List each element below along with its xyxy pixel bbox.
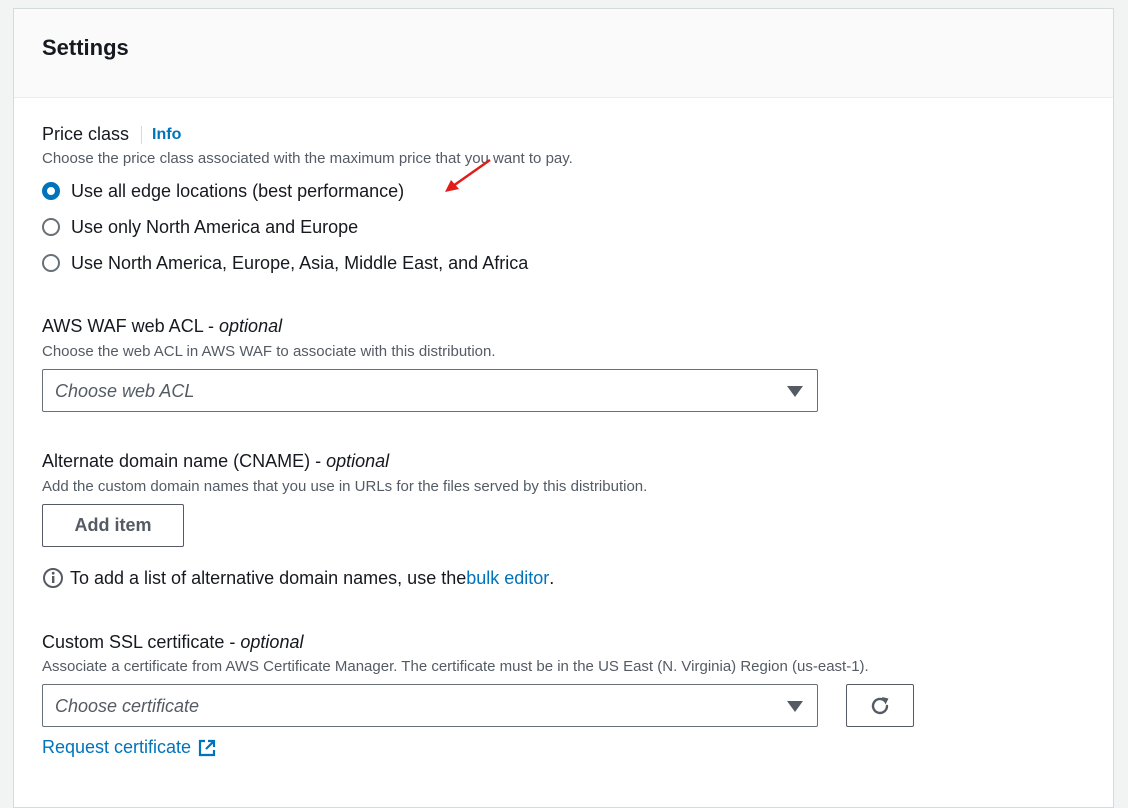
info-circle-icon [43, 568, 63, 588]
waf-label: AWS WAF web ACL - optional [42, 316, 282, 337]
refresh-button[interactable] [846, 684, 914, 727]
hint-text: To add a list of alternative domain name… [70, 567, 467, 588]
divider [141, 125, 143, 144]
radio-all-edge-locations[interactable]: Use all edge locations (best performance… [42, 178, 404, 204]
panel-title: Settings [42, 35, 129, 60]
web-acl-select[interactable]: Choose web ACL [42, 369, 818, 412]
request-certificate-text: Request certificate [42, 737, 192, 757]
request-certificate-link[interactable]: Request certificate [42, 737, 217, 758]
radio-button[interactable] [42, 218, 60, 236]
external-link-icon [198, 739, 216, 756]
panel-header: Settings [14, 9, 1113, 98]
ssl-description: Associate a certificate from AWS Certifi… [42, 658, 869, 675]
radio-north-america-europe[interactable]: Use only North America and Europe [42, 214, 358, 240]
radio-label: Use all edge locations (best performance… [71, 180, 405, 201]
web-acl-placeholder: Choose web ACL [55, 381, 195, 401]
ssl-label-text: Custom SSL certificate - [42, 632, 241, 652]
radio-button[interactable] [42, 254, 60, 272]
optional-tag: optional [219, 316, 283, 336]
radio-na-eu-asia-me-africa[interactable]: Use North America, Europe, Asia, Middle … [42, 250, 528, 276]
waf-description: Choose the web ACL in AWS WAF to associa… [42, 343, 496, 360]
certificate-placeholder: Choose certificate [55, 696, 200, 716]
cname-description: Add the custom domain names that you use… [42, 478, 648, 495]
add-item-button[interactable]: Add item [42, 504, 184, 547]
cname-label-text: Alternate domain name (CNAME) - [42, 451, 327, 471]
radio-button-checked[interactable] [42, 182, 60, 200]
certificate-select[interactable]: Choose certificate [42, 684, 818, 727]
optional-tag: optional [240, 632, 304, 652]
radio-label: Use only North America and Europe [71, 216, 359, 237]
caret-down-icon [787, 386, 803, 397]
price-class-label-row: Price class Info [42, 124, 181, 145]
radio-label: Use North America, Europe, Asia, Middle … [71, 252, 529, 273]
ssl-label: Custom SSL certificate - optional [42, 632, 303, 653]
optional-tag: optional [326, 451, 390, 471]
hint-suffix: . [549, 567, 555, 588]
annotation-arrow-icon [445, 158, 491, 192]
price-class-label: Price class [42, 124, 130, 144]
bulk-editor-hint: To add a list of alternative domain name… [42, 567, 554, 589]
settings-panel: Settings Price class Info Choose the pri… [13, 8, 1114, 808]
waf-label-text: AWS WAF web ACL - [42, 316, 220, 336]
refresh-icon [871, 696, 889, 714]
info-link[interactable]: Info [152, 126, 181, 144]
bulk-editor-link[interactable]: bulk editor [466, 568, 549, 589]
cname-label: Alternate domain name (CNAME) - optional [42, 451, 389, 472]
caret-down-icon [787, 701, 803, 712]
